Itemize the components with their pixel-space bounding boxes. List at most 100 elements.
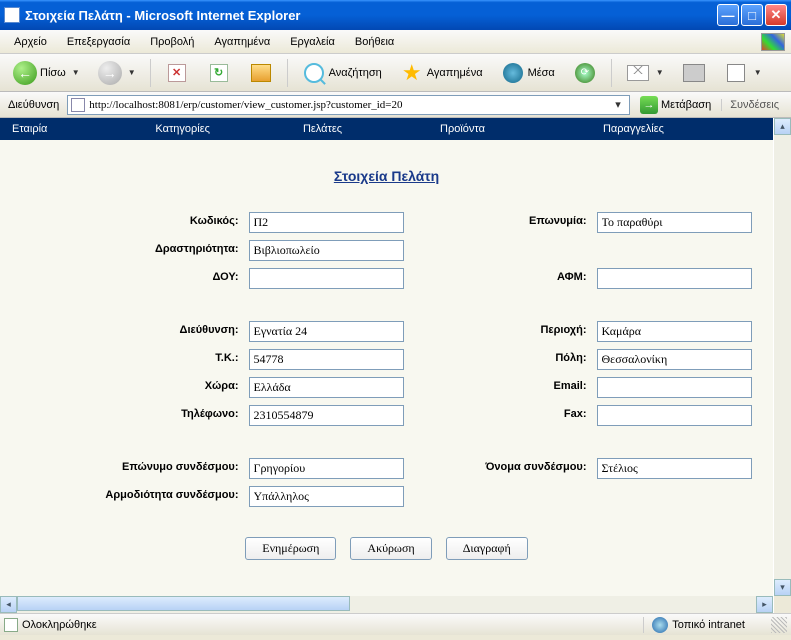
label-contact-role: Αρμοδιότητα συνδέσμου: xyxy=(25,486,245,507)
status-text: Ολοκληρώθηκε xyxy=(22,619,643,631)
scroll-track[interactable] xyxy=(17,596,756,613)
print-icon xyxy=(683,64,705,82)
links-label[interactable]: Συνδέσεις xyxy=(721,99,787,111)
nav-customers[interactable]: Πελάτες xyxy=(299,123,346,135)
scroll-up-button[interactable]: ▴ xyxy=(774,118,791,135)
forward-button[interactable]: → ▼ xyxy=(91,57,143,89)
label-country: Χώρα: xyxy=(25,377,245,398)
input-contact-firstname[interactable] xyxy=(597,458,752,479)
history-icon: ⟳ xyxy=(575,63,595,83)
media-button[interactable]: Μέσα xyxy=(494,57,562,89)
label-name: Επωνυμία: xyxy=(413,212,593,233)
menu-view[interactable]: Προβολή xyxy=(142,33,202,51)
edit-dropdown-icon[interactable]: ▼ xyxy=(754,68,762,77)
page-body: Στοιχεία Πελάτη Κωδικός: Επωνυμία: Δραστ… xyxy=(0,140,773,570)
menu-file[interactable]: Αρχείο xyxy=(6,33,55,51)
horizontal-scrollbar[interactable]: ◂ ▸ xyxy=(0,596,773,613)
scroll-track[interactable] xyxy=(774,135,791,579)
maximize-button[interactable]: □ xyxy=(741,4,763,26)
content-area: Εταιρία Κατηγορίες Πελάτες Προϊόντα Παρα… xyxy=(0,118,791,613)
page-title: Στοιχεία Πελάτη xyxy=(10,168,763,184)
search-label: Αναζήτηση xyxy=(329,67,382,79)
input-fax[interactable] xyxy=(597,405,752,426)
input-postal[interactable] xyxy=(249,349,404,370)
home-button[interactable] xyxy=(242,57,280,89)
mail-button[interactable]: ▼ xyxy=(619,57,671,89)
minimize-button[interactable]: — xyxy=(717,4,739,26)
favorites-button[interactable]: ★ Αγαπημένα xyxy=(393,57,490,89)
input-city[interactable] xyxy=(597,349,752,370)
scroll-corner xyxy=(774,596,791,613)
delete-button[interactable]: Διαγραφή xyxy=(446,537,528,560)
label-fax: Fax: xyxy=(413,405,593,426)
label-contact-firstname: Όνομα συνδέσμου: xyxy=(413,458,593,479)
home-icon xyxy=(251,64,271,82)
input-contact-lastname[interactable] xyxy=(249,458,404,479)
zone-icon xyxy=(652,617,668,633)
viewport: Εταιρία Κατηγορίες Πελάτες Προϊόντα Παρα… xyxy=(0,118,773,596)
nav-tabs: Εταιρία Κατηγορίες Πελάτες Προϊόντα Παρα… xyxy=(0,118,773,140)
address-dropdown-icon[interactable]: ▾ xyxy=(610,98,626,111)
done-icon xyxy=(4,618,18,632)
nav-categories[interactable]: Κατηγορίες xyxy=(151,123,214,135)
refresh-icon: ↻ xyxy=(210,64,228,82)
back-dropdown-icon[interactable]: ▼ xyxy=(72,68,80,77)
label-vat: ΑΦΜ: xyxy=(413,268,593,289)
title-bar: Στοιχεία Πελάτη - Microsoft Internet Exp… xyxy=(0,0,791,30)
mail-icon xyxy=(627,65,649,81)
vertical-scrollbar[interactable]: ▴ ▾ xyxy=(774,118,791,596)
address-label: Διεύθυνση xyxy=(4,99,63,111)
edit-button[interactable]: ▼ xyxy=(717,57,769,89)
nav-products[interactable]: Προϊόντα xyxy=(436,123,489,135)
go-button[interactable]: → Μετάβαση xyxy=(634,96,717,114)
menu-bar: Αρχείο Επεξεργασία Προβολή Αγαπημένα Εργ… xyxy=(0,30,791,54)
resize-grip[interactable] xyxy=(771,617,787,633)
stop-button[interactable]: ✕ xyxy=(158,57,196,89)
print-button[interactable] xyxy=(675,57,713,89)
search-button[interactable]: Αναζήτηση xyxy=(295,57,389,89)
refresh-button[interactable]: ↻ xyxy=(200,57,238,89)
go-icon: → xyxy=(640,96,658,114)
search-icon xyxy=(304,63,324,83)
address-field-wrap: ▾ xyxy=(67,95,630,115)
input-region[interactable] xyxy=(597,321,752,342)
menu-tools[interactable]: Εργαλεία xyxy=(282,33,343,51)
scroll-down-button[interactable]: ▾ xyxy=(774,579,791,596)
history-button[interactable]: ⟳ xyxy=(566,57,604,89)
nav-company[interactable]: Εταιρία xyxy=(8,123,51,135)
input-vat[interactable] xyxy=(597,268,752,289)
update-button[interactable]: Ενημέρωση xyxy=(245,537,336,560)
menu-help[interactable]: Βοήθεια xyxy=(347,33,402,51)
input-contact-role[interactable] xyxy=(249,486,404,507)
label-postal: Τ.Κ.: xyxy=(25,349,245,370)
star-icon: ★ xyxy=(402,60,422,86)
close-button[interactable]: ✕ xyxy=(765,4,787,26)
label-phone: Τηλέφωνο: xyxy=(25,405,245,426)
input-email[interactable] xyxy=(597,377,752,398)
address-bar: Διεύθυνση ▾ → Μετάβαση Συνδέσεις xyxy=(0,92,791,118)
scroll-right-button[interactable]: ▸ xyxy=(756,596,773,613)
input-code[interactable] xyxy=(249,212,404,233)
separator xyxy=(611,59,612,87)
menu-edit[interactable]: Επεξεργασία xyxy=(59,33,138,51)
menu-favorites[interactable]: Αγαπημένα xyxy=(206,33,278,51)
mail-dropdown-icon[interactable]: ▼ xyxy=(656,68,664,77)
separator xyxy=(287,59,288,87)
input-tax-office[interactable] xyxy=(249,268,404,289)
address-input[interactable] xyxy=(89,99,610,111)
cancel-button[interactable]: Ακύρωση xyxy=(350,537,431,560)
back-button[interactable]: ← Πίσω ▼ xyxy=(6,57,87,89)
input-address[interactable] xyxy=(249,321,404,342)
media-icon xyxy=(503,63,523,83)
label-code: Κωδικός: xyxy=(25,212,245,233)
action-buttons: Ενημέρωση Ακύρωση Διαγραφή xyxy=(10,537,763,560)
scroll-thumb[interactable] xyxy=(17,596,350,611)
input-country[interactable] xyxy=(249,377,404,398)
status-bar: Ολοκληρώθηκε Τοπικό intranet xyxy=(0,613,791,635)
input-phone[interactable] xyxy=(249,405,404,426)
forward-dropdown-icon[interactable]: ▼ xyxy=(128,68,136,77)
nav-orders[interactable]: Παραγγελίες xyxy=(599,123,668,135)
input-activity[interactable] xyxy=(249,240,404,261)
scroll-left-button[interactable]: ◂ xyxy=(0,596,17,613)
input-name[interactable] xyxy=(597,212,752,233)
